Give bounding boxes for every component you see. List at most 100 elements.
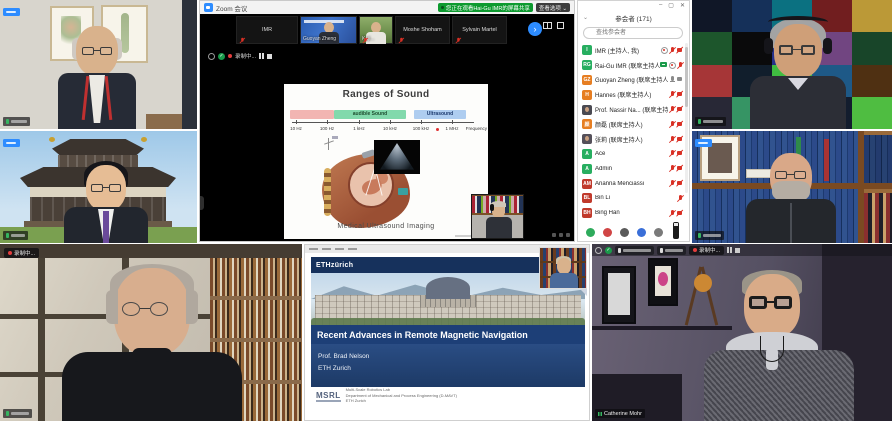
mic-off-icon <box>668 120 676 129</box>
security-shield-icon[interactable]: ✓ <box>605 247 612 254</box>
participant-row[interactable]: BLBin Li <box>578 191 687 206</box>
pause-recording-button[interactable] <box>727 247 732 253</box>
zoom-corner-icons[interactable] <box>552 233 570 237</box>
presenter-video-thumbnail[interactable] <box>471 194 524 239</box>
speaker-affiliation: ETH Zurich <box>318 365 351 372</box>
tick-label: 100 kHz <box>413 126 430 131</box>
presentation-window: ETHzürich Recent Advances in Remote Magn… <box>304 244 590 421</box>
footer-lines: Multi-Scale Robotics LabDepartment of Me… <box>346 388 457 404</box>
participant-filmstrip: IMRGuoyan ZhengKaji...Moshe Shoham Sylvai… <box>236 16 507 44</box>
filmstrip-tile[interactable]: Moshe Shoham <box>395 16 450 44</box>
panel-collapse-handle[interactable] <box>200 196 204 210</box>
presenter-video-thumbnail[interactable] <box>539 247 587 289</box>
pause-recording-button[interactable] <box>259 53 264 59</box>
cam-on-icon <box>676 75 684 84</box>
muted-mic-icon <box>239 37 245 44</box>
participant-row[interactable]: 颜颜磊 (联席主持人) <box>578 117 687 132</box>
video-tile-top-left[interactable] <box>0 0 197 129</box>
muted-mic-icon <box>398 37 404 44</box>
mic-off-icon <box>668 209 676 218</box>
participant-name: Bing Han <box>595 210 668 216</box>
blue-app-icon[interactable] <box>637 228 646 237</box>
participant-row[interactable]: AAdmin <box>578 161 687 176</box>
participant-row[interactable]: HHannes (联席主持人) <box>578 87 687 102</box>
cam-off-icon <box>676 209 684 218</box>
maximize-button[interactable]: ▢ <box>668 2 674 9</box>
green-app-icon[interactable] <box>586 228 595 237</box>
participant-name: Hannes (联席主持人) <box>595 90 668 99</box>
participant-row[interactable]: IIMR (主持人, 我) <box>578 43 687 58</box>
zoom-app-icon <box>204 3 213 12</box>
video-tile-mid-left[interactable] <box>0 131 197 243</box>
participant-row[interactable]: 张莉 (联席主持人) <box>578 132 687 147</box>
round-glasses <box>122 302 140 316</box>
stop-recording-button[interactable] <box>267 54 272 59</box>
video-toolbar: ✓ 录制中... <box>592 244 892 256</box>
taskbar-icons[interactable] <box>586 228 663 237</box>
cam-off-icon <box>676 90 684 99</box>
filmstrip-tile[interactable]: IMR <box>236 16 298 44</box>
view-mode-icons <box>543 22 564 29</box>
minimize-button[interactable]: – <box>659 2 662 9</box>
mic-icon <box>6 119 9 124</box>
participant-row[interactable]: AMArianna Menciassi <box>578 176 687 191</box>
gray-app-icon-2[interactable] <box>654 228 663 237</box>
search-participants-input[interactable] <box>583 27 683 39</box>
red-app-icon[interactable] <box>603 228 612 237</box>
stop-recording-button[interactable] <box>735 248 740 253</box>
recording-dot-icon <box>228 54 232 58</box>
recording-dot-icon <box>8 251 12 255</box>
gray-app-icon[interactable] <box>620 228 629 237</box>
ultrasound-scan-image <box>374 140 420 174</box>
gallery-view-icon[interactable] <box>543 22 552 29</box>
participant-row[interactable]: AAce <box>578 147 687 162</box>
participant-row[interactable]: BHBing Han <box>578 206 687 221</box>
video-tile-bottom-right[interactable]: ✓ 录制中... Catherine Mohr <box>592 244 892 421</box>
mic-off-icon <box>668 46 676 55</box>
info-icon[interactable] <box>208 53 215 60</box>
headset-icon <box>490 204 494 211</box>
video-tile-mid-right[interactable] <box>692 131 892 243</box>
close-button[interactable]: ✕ <box>680 2 685 9</box>
tile-name-label: Sylvain Martel <box>462 27 497 33</box>
tick-label: 10 Hz <box>290 126 302 131</box>
participant-row[interactable]: RGRai-Gu IMR (联席主持人) <box>578 58 687 73</box>
participant-person <box>58 26 136 129</box>
speaker-name: Prof. Brad Nelson <box>318 353 369 360</box>
video-tile-top-right[interactable] <box>692 0 892 129</box>
security-shield-icon[interactable]: ✓ <box>218 53 225 60</box>
participant-name: Guoyan Zheng (联席主持人) <box>595 75 668 84</box>
mic-icon <box>6 233 9 238</box>
participants-title: 参会者 (171) <box>578 13 689 23</box>
participant-row[interactable]: Prof. Nassir Na... (联席主持人) <box>578 102 687 117</box>
info-icon[interactable] <box>595 247 602 254</box>
screen-share-watching-badge: 您正在观看Hai-Gu IMR的屏幕共享 <box>438 3 533 12</box>
filmstrip-more-button[interactable]: › <box>528 22 542 36</box>
filmstrip-tile[interactable]: Guoyan Zheng <box>300 16 357 44</box>
fullscreen-icon[interactable] <box>557 22 564 29</box>
view-options-button[interactable]: 查看选项 ⌄ <box>536 3 570 12</box>
recording-badge: 录制中... <box>4 248 39 258</box>
slide-footer: MSRL Multi-Scale Robotics LabDepartment … <box>311 387 585 405</box>
marker-dot <box>436 128 439 131</box>
participant-person <box>704 270 854 421</box>
participant-name: Rai-Gu IMR (联席主持人) <box>595 61 660 70</box>
scrollbar[interactable] <box>685 43 688 193</box>
video-tile-bottom-left[interactable]: 录制中... <box>0 244 302 421</box>
avatar: 颜 <box>582 119 592 129</box>
shared-slide-ranges-of-sound: Ranges of Sound audible SoundUltrasound … <box>284 84 488 239</box>
avatar: A <box>582 164 592 174</box>
recording-label: 录制中... <box>235 52 256 60</box>
participants-list: IIMR (主持人, 我)RGRai-Gu IMR (联席主持人)GZGuoya… <box>578 43 687 221</box>
participant-name: Ace <box>595 151 668 157</box>
filmstrip-tile[interactable]: Kaji... <box>359 16 393 44</box>
tick-label: 1 kHz <box>353 126 365 131</box>
participant-name: 颜磊 (联席主持人) <box>595 120 668 129</box>
meeting-info-badge <box>695 139 712 147</box>
filmstrip-tile[interactable]: Sylvain Martel <box>452 16 507 44</box>
cam-off-icon <box>676 149 684 158</box>
avatar: BL <box>582 193 592 203</box>
target-icon <box>668 61 676 70</box>
audio-status-badge <box>615 246 654 255</box>
participant-row[interactable]: GZGuoyan Zheng (联席主持人) <box>578 73 687 88</box>
